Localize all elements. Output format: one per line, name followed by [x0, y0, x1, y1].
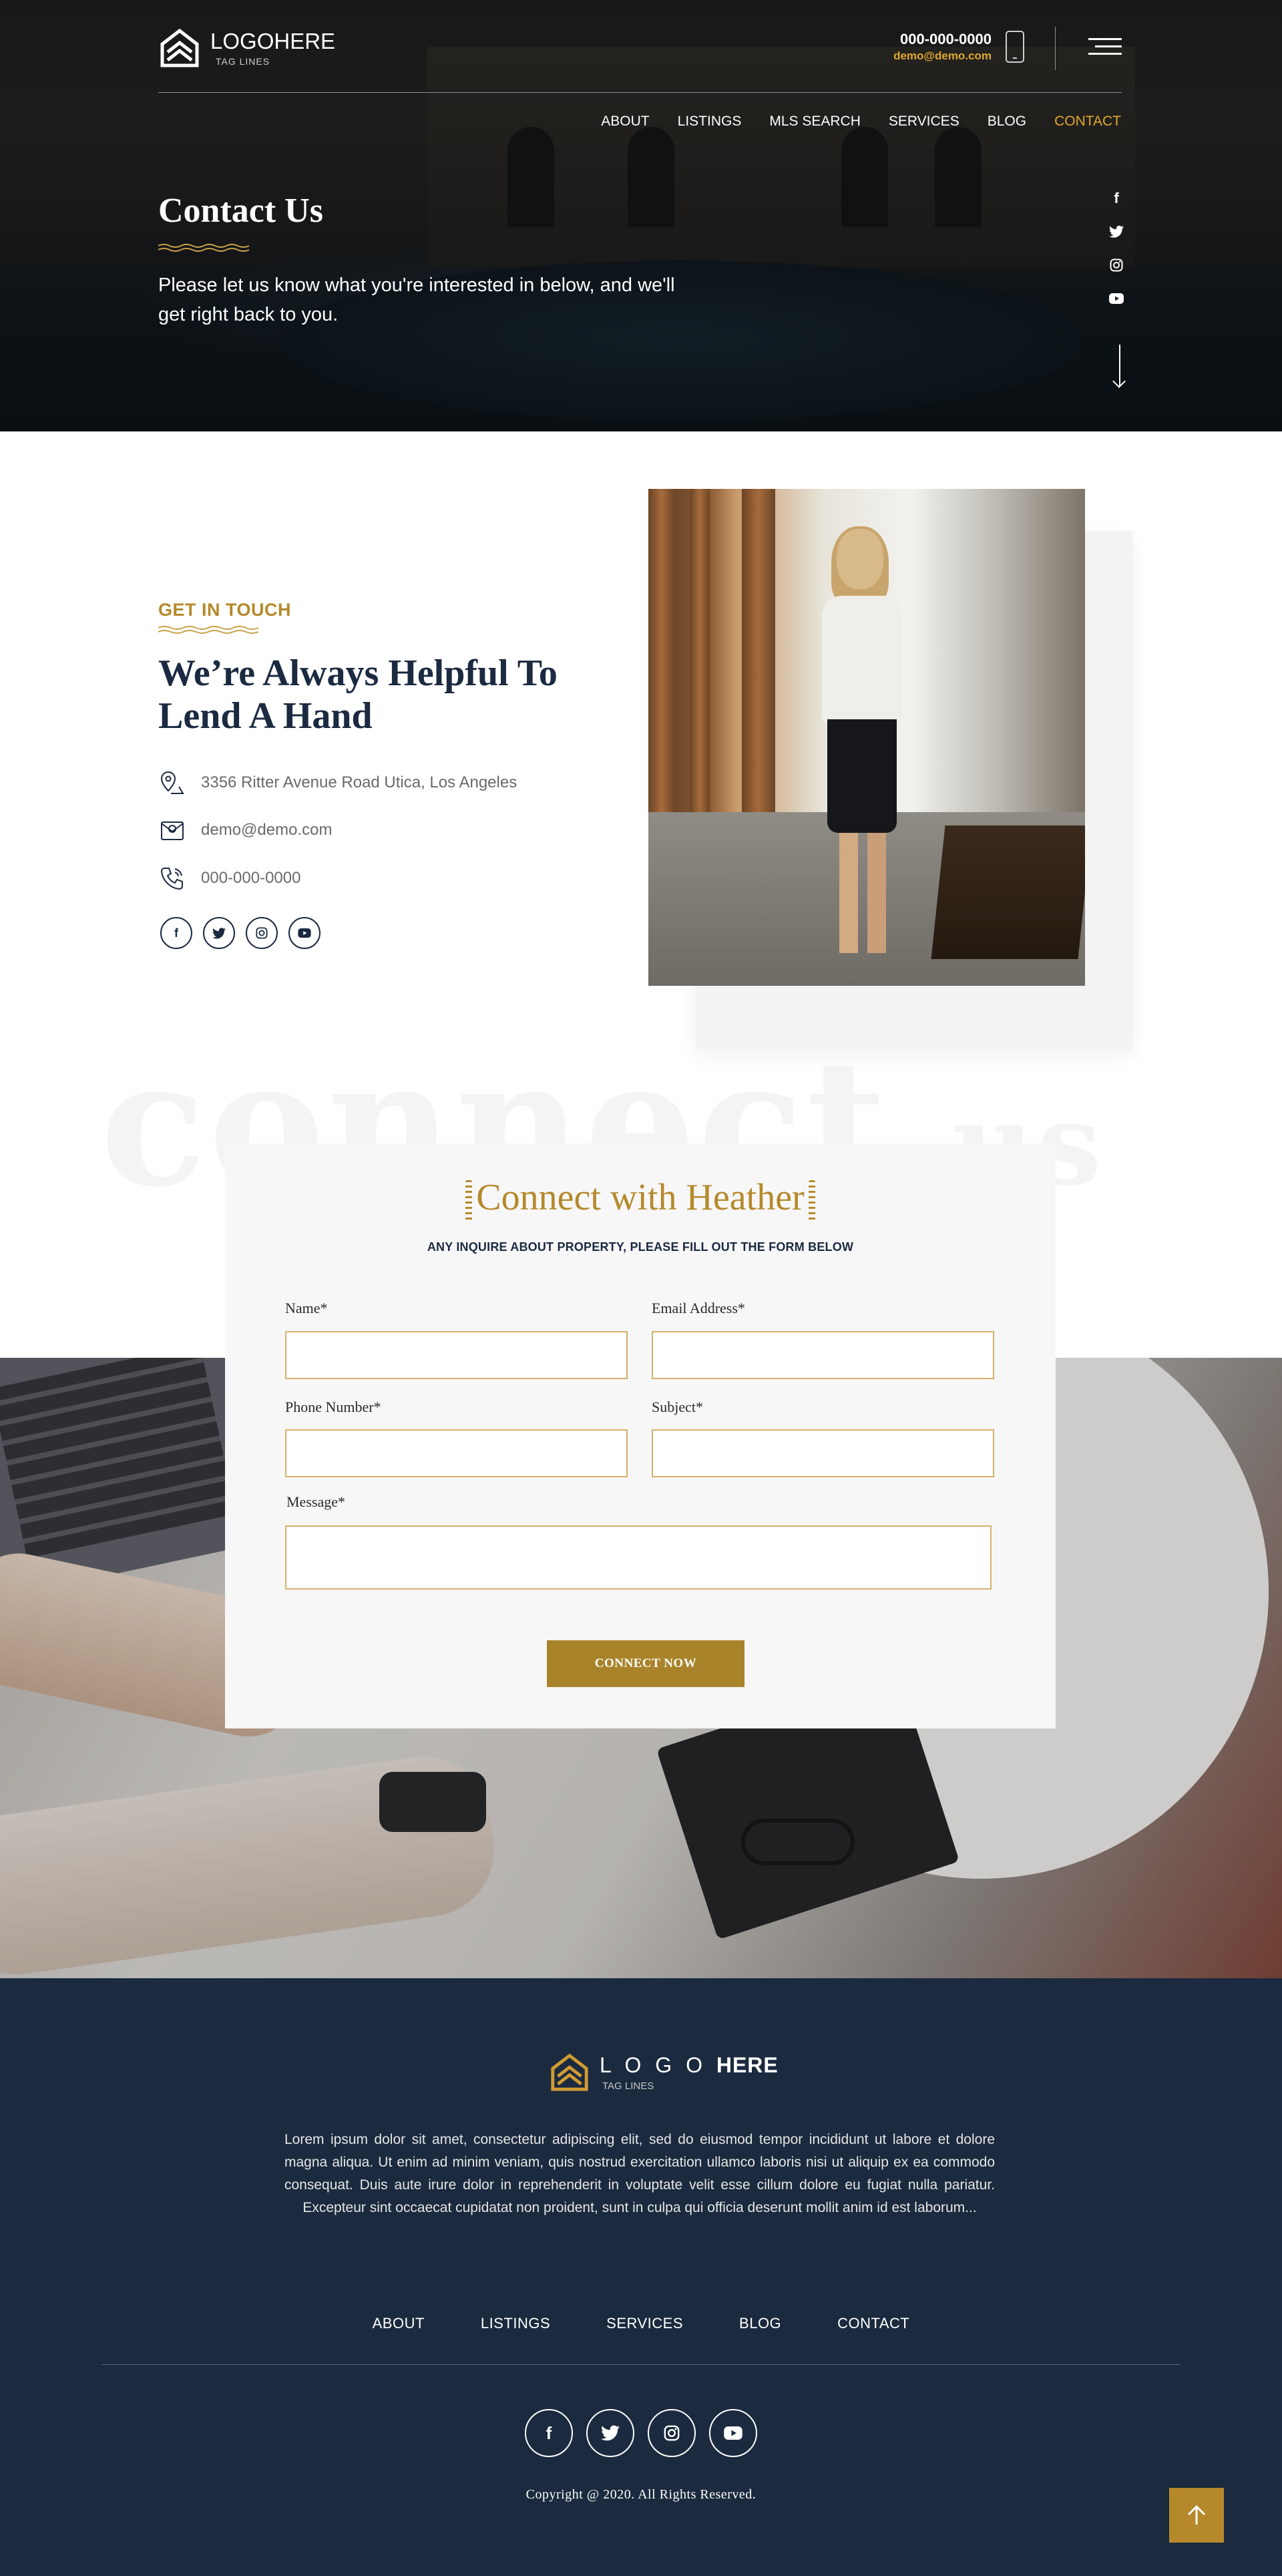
main-nav: ABOUT LISTINGS MLS SEARCH SERVICES BLOG … [573, 114, 1121, 130]
name-label: Name* [285, 1300, 328, 1316]
nav-services[interactable]: SERVICES [889, 114, 959, 130]
footer-nav: ABOUT LISTINGS SERVICES BLOG CONTACT [0, 2315, 1282, 2332]
hamburger-menu-icon[interactable] [1088, 38, 1122, 55]
subject-input[interactable] [652, 1429, 994, 1477]
twitter-icon[interactable] [203, 917, 235, 949]
phone-text[interactable]: 000-000-0000 [201, 869, 300, 888]
footer-nav-services[interactable]: SERVICES [606, 2315, 683, 2332]
kicker-underline-wave [158, 626, 258, 634]
form-subtitle: ANY INQUIRE ABOUT PROPERTY, PLEASE FILL … [427, 1240, 854, 1254]
back-to-top-button[interactable] [1169, 2488, 1224, 2543]
mobile-phone-icon [1006, 31, 1024, 63]
twitter-icon[interactable] [586, 2409, 634, 2457]
header-phone[interactable]: 000-000-0000 [893, 31, 992, 48]
site-logo[interactable]: LOGOHERE TAG LINES [158, 27, 335, 69]
hero-subtitle: Please let us know what you're intereste… [158, 274, 675, 325]
connect-now-button[interactable]: CONNECT NOW [547, 1640, 744, 1687]
nav-blog[interactable]: BLOG [988, 114, 1026, 130]
footer-nav-contact[interactable]: CONTACT [837, 2315, 909, 2332]
page-title: Contact Us [158, 192, 323, 230]
site-footer: L O G O HERE TAG LINES Lorem ipsum dolor… [0, 1978, 1282, 2576]
email-label: Email Address* [652, 1300, 745, 1316]
nav-mls-search[interactable]: MLS SEARCH [769, 114, 861, 130]
logo-tagline: TAG LINES [216, 55, 270, 67]
facebook-icon[interactable]: f [1108, 190, 1124, 206]
email-row: demo@demo.com [158, 816, 332, 844]
scroll-down-arrow-icon[interactable] [1119, 345, 1120, 386]
message-textarea[interactable] [285, 1525, 992, 1590]
title-underline-wave [158, 244, 249, 252]
address-row: 3356 Ritter Avenue Road Utica, Los Angel… [158, 769, 517, 797]
instagram-icon[interactable] [1108, 257, 1124, 273]
phone-row: 000-000-0000 [158, 864, 300, 892]
phone-input[interactable] [285, 1429, 628, 1477]
arrow-up-icon [1187, 2505, 1206, 2525]
youtube-icon[interactable] [709, 2409, 757, 2457]
facebook-icon[interactable]: f [525, 2409, 573, 2457]
footer-description: Lorem ipsum dolor sit amet, consectetur … [284, 2132, 995, 2215]
section-kicker: GET IN TOUCH [158, 600, 292, 620]
nav-about[interactable]: ABOUT [601, 114, 649, 130]
footer-nav-about[interactable]: ABOUT [373, 2315, 425, 2332]
photo-lumber-stack [931, 825, 1085, 959]
address-text: 3356 Ritter Avenue Road Utica, Los Angel… [201, 773, 517, 791]
nav-contact[interactable]: CONTACT [1054, 114, 1121, 130]
title-ornament-left [465, 1180, 473, 1222]
footer-social-links: f [0, 2409, 1282, 2457]
logo-house-icon [160, 28, 199, 67]
footer-logo-house-icon [551, 2053, 588, 2091]
copyright-text: Copyright @ 2020. All Rights Reserved. [525, 2487, 757, 2502]
hero-social-links: f [1108, 190, 1124, 307]
contact-form: Connect with Heather ANY INQUIRE ABOUT P… [225, 1143, 1056, 1728]
footer-logo-tagline: TAG LINES [602, 2080, 654, 2092]
form-title: Connect with Heather [225, 1176, 1056, 1222]
instagram-icon[interactable] [246, 917, 278, 949]
twitter-icon[interactable] [1108, 224, 1124, 240]
contact-social-links: f [160, 917, 320, 949]
title-ornament-right [808, 1180, 815, 1222]
name-input[interactable] [285, 1331, 628, 1379]
message-label: Message* [286, 1493, 345, 1510]
section-heading: We’re Always Helpful To Lend A Hand [158, 653, 558, 737]
nav-listings[interactable]: LISTINGS [678, 114, 742, 130]
header-email[interactable]: demo@demo.com [893, 49, 992, 63]
footer-nav-blog[interactable]: BLOG [739, 2315, 781, 2332]
footer-logo[interactable]: L O G O HERE TAG LINES [549, 2052, 779, 2093]
subject-label: Subject* [652, 1399, 703, 1415]
instagram-icon[interactable] [648, 2409, 696, 2457]
footer-divider [101, 2364, 1181, 2365]
agent-photo [648, 489, 1085, 986]
header-rule [158, 92, 1122, 93]
email-input[interactable] [652, 1331, 994, 1379]
footer-nav-listings[interactable]: LISTINGS [481, 2315, 550, 2332]
youtube-icon[interactable] [1108, 291, 1124, 307]
phone-label: Phone Number* [285, 1399, 381, 1415]
header-divider [1055, 27, 1056, 70]
map-pin-icon [158, 769, 186, 797]
photo-person [810, 526, 910, 956]
logo-text: LOGOHERE [210, 28, 336, 53]
phone-icon [158, 864, 186, 892]
facebook-icon[interactable]: f [160, 917, 192, 949]
header-contact: 000-000-0000 demo@demo.com [893, 31, 992, 63]
footer-logo-text: L O G O HERE [600, 2053, 779, 2077]
hero-section: LOGOHERE TAG LINES 000-000-0000 demo@dem… [0, 0, 1282, 431]
youtube-icon[interactable] [288, 917, 320, 949]
email-envelope-icon [158, 816, 186, 844]
email-text[interactable]: demo@demo.com [201, 821, 332, 840]
